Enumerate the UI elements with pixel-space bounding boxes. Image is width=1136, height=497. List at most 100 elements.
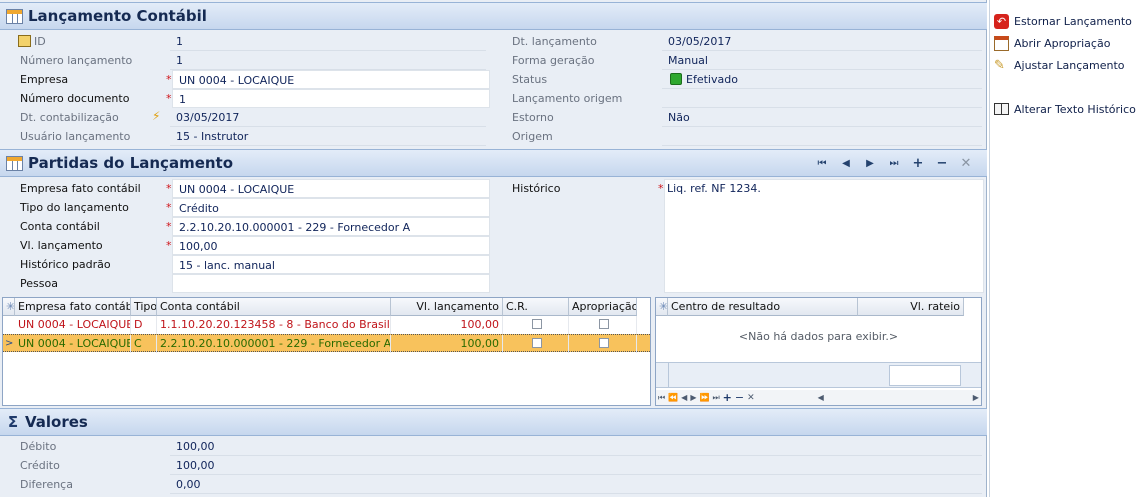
- empresa-fato-input[interactable]: UN 0004 - LOCAIQUE: [172, 179, 490, 198]
- col-header-cr[interactable]: C.R.: [503, 298, 569, 316]
- last-record-icon[interactable]: ⏭: [882, 158, 906, 169]
- next-icon[interactable]: ▶: [690, 393, 696, 402]
- required-marker: *: [166, 92, 172, 105]
- field-value-debito: 100,00: [170, 437, 982, 456]
- vl-lancamento-input[interactable]: 100,00: [172, 236, 490, 255]
- prev-page-icon[interactable]: ⏪: [668, 393, 678, 402]
- field-value-id: 1: [170, 32, 486, 51]
- field-value-origem: [662, 127, 982, 146]
- table-icon: [6, 155, 23, 171]
- record-navigator: ⏮ ◀ ▶ ⏭ + − ✕: [810, 153, 978, 173]
- required-marker: *: [166, 220, 172, 233]
- table-row-selected[interactable]: > UN 0004 - LOCAIQUE C 2.2.10.20.10.0000…: [3, 334, 650, 353]
- cell-tipo: D: [131, 316, 157, 334]
- field-value-estorno: Não: [662, 108, 982, 127]
- cancel-record-icon[interactable]: ✕: [954, 156, 978, 171]
- cell-tipo: C: [131, 335, 157, 353]
- cell-conta: 2.2.10.20.10.000001 - 229 - Fornecedor A: [157, 335, 391, 353]
- cell-cr: [503, 316, 569, 334]
- sidebar-item-label: Alterar Texto Histórico: [1014, 102, 1136, 116]
- pencil-icon: ✎: [994, 57, 1005, 73]
- field-value-numero-lancamento: 1: [170, 51, 486, 70]
- field-label-pessoa: Pessoa: [20, 277, 58, 290]
- historico-padrao-input[interactable]: 15 - lanc. manual: [172, 255, 490, 274]
- actions-sidebar: ↶ Estornar Lançamento Abrir Apropriação …: [989, 0, 1136, 497]
- field-label-status: Status: [512, 73, 548, 86]
- scroll-right-icon[interactable]: ▶: [973, 393, 979, 402]
- field-label-id: ID: [14, 32, 174, 51]
- apropriacao-checkbox[interactable]: [599, 319, 609, 329]
- add-icon[interactable]: +: [723, 391, 732, 404]
- col-header-apropriacao[interactable]: Apropriação: [569, 298, 637, 316]
- field-value-dt-contabilizacao: 03/05/2017: [170, 108, 486, 127]
- apropriacao-checkbox[interactable]: [599, 338, 609, 348]
- prev-record-icon[interactable]: ◀: [834, 158, 858, 169]
- scroll-left-icon[interactable]: ◀: [818, 393, 824, 402]
- table-row[interactable]: UN 0004 - LOCAIQUE D 1.1.10.20.20.123458…: [3, 316, 650, 334]
- conta-contabil-input[interactable]: 2.2.10.20.10.000001 - 229 - Fornecedor A: [172, 217, 490, 236]
- partidas-grid: ✳ Empresa fato contábil Tipo Conta contá…: [2, 297, 651, 406]
- required-marker: *: [658, 182, 664, 195]
- col-header-vl-rateio[interactable]: Vl. rateio: [858, 298, 964, 316]
- cr-checkbox[interactable]: [532, 338, 542, 348]
- add-record-icon[interactable]: +: [906, 156, 930, 171]
- col-header-empresa[interactable]: Empresa fato contábil: [15, 298, 131, 316]
- remove-record-icon[interactable]: −: [930, 156, 954, 171]
- cell-valor: 100,00: [391, 335, 503, 353]
- estornar-lancamento-button[interactable]: ↶ Estornar Lançamento: [994, 11, 1132, 31]
- field-value-dt-lancamento: 03/05/2017: [662, 32, 982, 51]
- footer-band: [656, 362, 981, 388]
- cell-apropriacao: [569, 335, 637, 353]
- required-marker: *: [166, 239, 172, 252]
- cell-cr: [503, 335, 569, 353]
- grid-navigator: ⏮ ⏪ ◀ ▶ ⏩ ⏭ + − ✕ ◀ ▶: [656, 390, 981, 405]
- historico-textarea[interactable]: Liq. ref. NF 1234.: [664, 179, 984, 293]
- field-label-usuario: Usuário lançamento: [20, 130, 131, 143]
- first-record-icon[interactable]: ⏮: [810, 158, 834, 169]
- sidebar-item-label: Estornar Lançamento: [1014, 14, 1132, 28]
- ajustar-lancamento-button[interactable]: ✎ Ajustar Lançamento: [994, 55, 1124, 75]
- field-label-dt-contabilizacao: Dt. contabilização: [20, 111, 119, 124]
- numero-documento-input[interactable]: 1: [172, 89, 490, 108]
- field-label-historico: Histórico: [512, 182, 561, 195]
- remove-icon[interactable]: −: [735, 391, 744, 404]
- alterar-texto-historico-button[interactable]: Alterar Texto Histórico: [994, 99, 1136, 119]
- cell-conta: 1.1.10.20.20.123458 - 8 - Banco do Brasi…: [157, 316, 391, 334]
- field-value-usuario: 15 - Instrutor: [170, 127, 486, 146]
- required-marker: *: [166, 201, 172, 214]
- book-icon: [994, 103, 1009, 115]
- cell-apropriacao: [569, 316, 637, 334]
- tipo-lancamento-input[interactable]: Crédito: [172, 198, 490, 217]
- grid-options-icon[interactable]: ✳: [656, 298, 668, 316]
- cell-empresa: UN 0004 - LOCAIQUE: [15, 316, 131, 334]
- calendar-icon: [994, 35, 1009, 51]
- prev-icon[interactable]: ◀: [681, 393, 687, 402]
- field-label-historico-padrao: Histórico padrão: [20, 258, 111, 271]
- cr-checkbox[interactable]: [532, 319, 542, 329]
- first-page-icon[interactable]: ⏮: [658, 393, 665, 403]
- field-value-credito: 100,00: [170, 456, 982, 475]
- col-header-conta[interactable]: Conta contábil: [157, 298, 391, 316]
- valores-title: Valores: [25, 413, 88, 431]
- next-page-icon[interactable]: ⏩: [699, 393, 709, 402]
- field-label-conta-contabil: Conta contábil: [20, 220, 100, 233]
- field-label-debito: Débito: [20, 440, 57, 453]
- field-label-numero-lancamento: Número lançamento: [20, 54, 133, 67]
- field-label-empresa-fato: Empresa fato contábil: [20, 182, 141, 195]
- required-marker: *: [166, 182, 172, 195]
- cancel-icon[interactable]: ✕: [747, 393, 755, 403]
- field-label-forma-geracao: Forma geração: [512, 54, 595, 67]
- abrir-apropriacao-button[interactable]: Abrir Apropriação: [994, 33, 1110, 53]
- empresa-input[interactable]: UN 0004 - LOCAIQUE: [172, 70, 490, 89]
- field-value-status: Efetivado: [662, 70, 982, 89]
- pessoa-input[interactable]: [172, 274, 490, 293]
- sidebar-item-label: Ajustar Lançamento: [1014, 58, 1125, 72]
- field-label-diferenca: Diferença: [20, 478, 73, 491]
- col-header-centro-resultado[interactable]: Centro de resultado: [668, 298, 858, 316]
- col-header-tipo[interactable]: Tipo: [131, 298, 157, 316]
- next-record-icon[interactable]: ▶: [858, 158, 882, 169]
- last-page-icon[interactable]: ⏭: [712, 393, 719, 403]
- col-header-valor[interactable]: Vl. lançamento: [391, 298, 503, 316]
- cell-empresa: UN 0004 - LOCAIQUE: [15, 335, 131, 353]
- grid-options-icon[interactable]: ✳: [3, 298, 15, 316]
